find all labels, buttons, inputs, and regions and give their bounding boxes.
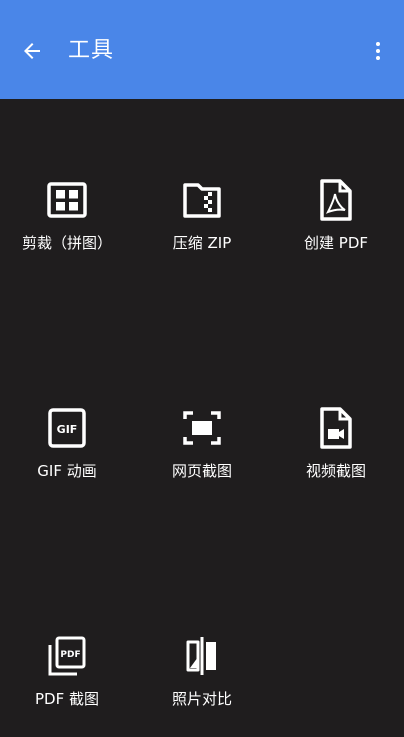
gif-icon: GIF: [48, 408, 86, 448]
pdf-file-icon: [320, 179, 352, 221]
more-vert-icon: [376, 42, 380, 60]
grid-crop-icon: [47, 182, 87, 218]
arrow-back-icon: [24, 43, 40, 59]
svg-text:GIF: GIF: [57, 423, 78, 436]
tool-crop-collage[interactable]: 剪裁（拼图）: [0, 171, 134, 281]
photo-compare-icon: [186, 637, 216, 675]
svg-text:PDF: PDF: [60, 650, 80, 660]
tool-webpage-screenshot[interactable]: 网页截图: [135, 399, 269, 509]
app-bar: 工具: [0, 0, 404, 99]
tool-label: PDF 截图: [35, 690, 99, 708]
back-button[interactable]: [14, 36, 50, 66]
tool-photo-compare[interactable]: 照片对比: [135, 627, 269, 737]
tool-gif-animation[interactable]: GIF GIF 动画: [0, 399, 134, 509]
zip-folder-icon: [183, 183, 221, 218]
tool-label: 剪裁（拼图）: [21, 234, 112, 252]
page-title: 工具: [68, 38, 115, 63]
webpage-screenshot-icon: [183, 411, 221, 445]
tools-grid: 剪裁（拼图） 压缩 ZIP 创建 PDF GIF GIF 动画 网页截图 视频截…: [0, 99, 404, 720]
tool-video-screenshot[interactable]: 视频截图: [269, 399, 403, 509]
tool-create-pdf[interactable]: 创建 PDF: [269, 171, 403, 281]
tool-label: GIF 动画: [37, 462, 97, 480]
more-options-button[interactable]: [366, 36, 390, 66]
tool-label: 网页截图: [171, 462, 232, 480]
tool-compress-zip[interactable]: 压缩 ZIP: [135, 171, 269, 281]
tool-pdf-screenshot[interactable]: PDF PDF 截图: [0, 627, 134, 737]
tool-label: 视频截图: [305, 462, 366, 480]
tool-label: 压缩 ZIP: [172, 234, 232, 252]
tool-label: 创建 PDF: [304, 234, 368, 252]
video-file-icon: [320, 407, 352, 449]
pdf-stack-icon: PDF: [48, 636, 86, 676]
tool-label: 照片对比: [171, 690, 232, 708]
